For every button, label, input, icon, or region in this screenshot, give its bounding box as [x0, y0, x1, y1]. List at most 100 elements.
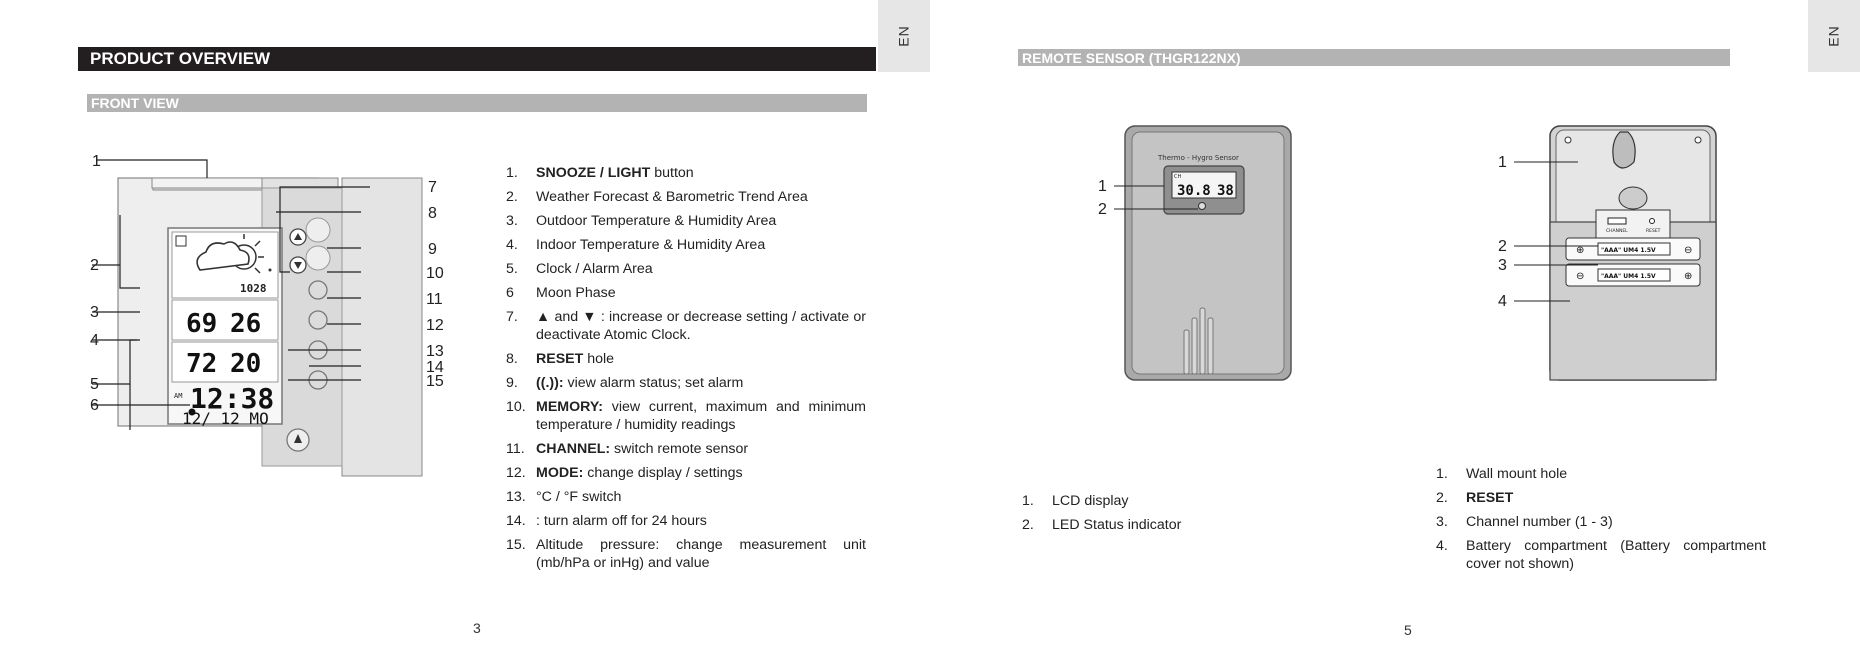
- list-item-text: LCD display: [1052, 492, 1282, 510]
- snooze-light-button: [151, 177, 263, 189]
- page-number: 3: [473, 620, 481, 636]
- sensor-lcd-channel: CH: [1174, 174, 1181, 180]
- led-indicator: [1198, 202, 1206, 210]
- list-item: 15. Altitude pressure: change measurement…: [506, 536, 866, 572]
- list-item-number: 7.: [506, 309, 518, 325]
- list-item-number: 9.: [506, 375, 518, 391]
- sensor-lcd-temp: 30.8: [1177, 183, 1211, 199]
- lcd-indoor-temp: 20: [230, 349, 261, 379]
- list-item-bold: RESET: [1466, 490, 1514, 506]
- list-item: 2. Weather Forecast & Barometric Trend Ar…: [506, 188, 866, 206]
- lcd-pressure: 1028: [240, 282, 267, 295]
- list-item-text: SNOOZE / LIGHT button: [536, 164, 866, 182]
- list-item-text: Clock / Alarm Area: [536, 260, 866, 278]
- list-item-body: LCD display: [1052, 493, 1129, 509]
- language-tab: EN: [878, 0, 930, 72]
- list-item-body: Channel number (1 - 3): [1466, 514, 1613, 530]
- list-item-number: 3.: [506, 213, 518, 229]
- lcd-am: AM: [174, 392, 182, 400]
- list-item-text: Wall mount hole: [1466, 465, 1766, 483]
- list-item-text: RESET hole: [536, 350, 866, 368]
- list-item-text: MODE: change display / settings: [536, 464, 866, 482]
- list-item-body: hole: [583, 351, 615, 367]
- list-item-number: 1.: [506, 165, 518, 181]
- list-item-number: 2.: [1022, 517, 1034, 533]
- memory-button: [308, 310, 328, 330]
- list-item-number: 4.: [506, 237, 518, 253]
- list-item: 12. MODE: change display / settings: [506, 464, 866, 482]
- callout-4: 4: [90, 332, 99, 349]
- list-item: 1. LCD display: [1022, 492, 1282, 510]
- sensor-lcd-humidity: 38: [1217, 183, 1234, 199]
- list-item-bold: MEMORY:: [536, 399, 603, 415]
- list-item-body: view alarm status; set alarm: [563, 375, 744, 391]
- reset-hole: [268, 268, 272, 272]
- sensor-label: Thermo - Hygro Sensor: [1157, 154, 1239, 162]
- sensor-back-callout-1: 1: [1498, 154, 1507, 171]
- list-item: 3. Outdoor Temperature & Humidity Area: [506, 212, 866, 230]
- wall-mount-hole: [1612, 131, 1636, 169]
- list-item-body: button: [650, 165, 694, 181]
- list-item-number: 1.: [1022, 493, 1034, 509]
- list-item-text: RESET: [1466, 489, 1766, 507]
- sensor-front-diagram: Thermo - Hygro Sensor CH 30.8 38 1 2: [1098, 125, 1292, 381]
- list-item: 2. RESET: [1436, 489, 1766, 507]
- list-item-number: 6: [506, 285, 514, 301]
- list-item: 9. ((.)): view alarm status; set alarm: [506, 374, 866, 392]
- callout-1: 1: [92, 153, 101, 170]
- svg-text:⊕: ⊕: [1576, 245, 1584, 256]
- callout-10: 10: [426, 265, 444, 282]
- sensor-front-callout-2: 2: [1098, 201, 1107, 218]
- list-item: 3. Channel number (1 - 3): [1436, 513, 1766, 531]
- list-item-text: Moon Phase: [536, 284, 866, 302]
- callout-11: 11: [426, 291, 443, 308]
- list-item-text: Battery compartment (Battery compartment…: [1466, 537, 1766, 573]
- list-item-text: CHANNEL: switch remote sensor: [536, 440, 866, 458]
- list-item: 10. MEMORY: view current, maximum and min…: [506, 398, 866, 434]
- list-item-text: Indoor Temperature & Humidity Area: [536, 236, 866, 254]
- list-item-text: ▲ and ▼ : increase or decrease setting /…: [536, 308, 866, 344]
- list-item: 11. CHANNEL: switch remote sensor: [506, 440, 866, 458]
- list-item-number: 15.: [506, 537, 526, 553]
- callout-9: 9: [428, 241, 437, 258]
- list-item: 14. : turn alarm off for 24 hours: [506, 512, 866, 530]
- remote-sensor-header: REMOTE SENSOR (THGR122NX): [1018, 49, 1730, 66]
- page-number: 5: [1404, 622, 1412, 638]
- list-item: 7. ▲ and ▼ : increase or decrease setting…: [506, 308, 866, 344]
- list-item: 8. RESET hole: [506, 350, 866, 368]
- list-item-text: Outdoor Temperature & Humidity Area: [536, 212, 866, 230]
- sensor-front-legend: 1. LCD display 2. LED Status indicator: [1022, 492, 1282, 540]
- language-tab: EN: [1808, 0, 1860, 72]
- callout-13: 13: [426, 343, 444, 360]
- callout-7: 7: [428, 179, 437, 196]
- list-item-bold: CHANNEL:: [536, 441, 611, 457]
- front-view-diagram: 1028 69 26 72 20 AM 12:38 12/ 12 MO 1 2 …: [90, 153, 444, 477]
- list-item-body: Wall mount hole: [1466, 466, 1568, 482]
- list-item: 4. Indoor Temperature & Humidity Area: [506, 236, 866, 254]
- callout-5: 5: [90, 376, 99, 393]
- list-item-body: ▲ and ▼ : increase or decrease setting /…: [536, 309, 866, 343]
- sensor-front-callout-1: 1: [1098, 178, 1107, 195]
- battery-2-label: "AAA" UM4 1.5V: [1601, 273, 1656, 280]
- list-item: 2. LED Status indicator: [1022, 516, 1282, 534]
- list-item: 5. Clock / Alarm Area: [506, 260, 866, 278]
- language-tab-label: EN: [1825, 25, 1842, 47]
- battery-1-label: "AAA" UM4 1.5V: [1601, 247, 1656, 254]
- reset-button-label: RESET: [1646, 228, 1661, 234]
- list-item: 4. Battery compartment (Battery compartme…: [1436, 537, 1766, 573]
- list-item-number: 1.: [1436, 466, 1448, 482]
- lcd-outdoor-humidity: 69: [186, 309, 217, 339]
- list-item-body: Moon Phase: [536, 285, 616, 301]
- list-item-body: Clock / Alarm Area: [536, 261, 653, 277]
- list-item-body: Weather Forecast & Barometric Trend Area: [536, 189, 808, 205]
- moon-phase-icon: [188, 408, 196, 416]
- list-item-body: Indoor Temperature & Humidity Area: [536, 237, 766, 253]
- list-item-text: Channel number (1 - 3): [1466, 513, 1766, 531]
- sensor-back-legend: 1. Wall mount hole 2. RESET 3. Channel number…: [1436, 465, 1766, 579]
- list-item-bold: SNOOZE / LIGHT: [536, 165, 651, 181]
- list-item-number: 10.: [506, 399, 526, 415]
- list-item-text: MEMORY: view current, maximum and minimu…: [536, 398, 866, 434]
- list-item-number: 14.: [506, 513, 526, 529]
- reset-button: [1649, 218, 1655, 224]
- list-item-number: 5.: [506, 261, 518, 277]
